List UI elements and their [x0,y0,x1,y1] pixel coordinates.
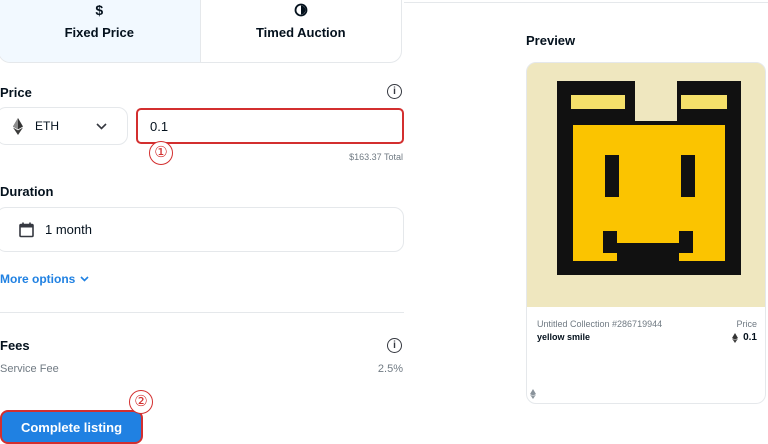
dollar-icon: $ [95,2,104,18]
tab-fixed-price-label: Fixed Price [64,25,134,40]
price-info-icon[interactable]: i [387,84,402,99]
nft-pixel-art [527,63,765,307]
chevron-down-icon [80,276,89,282]
clock-half-icon [294,3,308,17]
tab-fixed-price[interactable]: $ Fixed Price [0,0,201,62]
more-options-label: More options [0,272,76,286]
preview-item-name: yellow smile [537,332,591,342]
tab-timed-auction-label: Timed Auction [255,25,346,40]
price-label: Price [0,85,32,100]
preview-title: Preview [526,33,576,48]
preview-price-value: 0.1 [743,332,757,343]
service-fee-label: Service Fee [0,363,59,375]
calendar-icon [19,222,34,237]
price-input-field[interactable] [148,117,392,135]
price-total: $163.37 Total [349,152,403,162]
ethereum-icon [530,389,536,399]
ethereum-icon [13,117,23,135]
currency-label: ETH [35,119,59,133]
duration-select[interactable]: 1 month [0,207,404,252]
top-frame-edge [404,0,768,3]
step-two-marker: ② [129,390,153,414]
more-options-toggle[interactable]: More options [0,272,89,286]
preview-card-info: Untitled Collection #286719944 yellow sm… [527,307,765,403]
nft-image [527,63,765,307]
currency-select[interactable]: ETH [0,107,128,145]
fees-label: Fees [0,338,30,353]
ethereum-icon [732,332,739,343]
price-input[interactable] [136,108,404,144]
section-divider [0,312,404,313]
tab-timed-auction[interactable]: Timed Auction [201,0,402,62]
duration-value: 1 month [45,222,92,237]
listing-type-tabs: $ Fixed Price Timed Auction [0,0,402,63]
chevron-down-icon [96,122,107,130]
preview-price: 0.1 [732,332,757,343]
duration-label: Duration [0,184,54,199]
preview-collection: Untitled Collection #286719944 [537,319,663,329]
preview-price-label: Price [736,319,757,329]
fees-info-icon[interactable]: i [387,338,402,353]
service-fee-value: 2.5% [377,363,403,375]
complete-listing-button[interactable]: Complete listing [0,410,143,444]
preview-card[interactable]: Untitled Collection #286719944 yellow sm… [526,62,766,404]
step-one-marker: ① [149,141,173,165]
